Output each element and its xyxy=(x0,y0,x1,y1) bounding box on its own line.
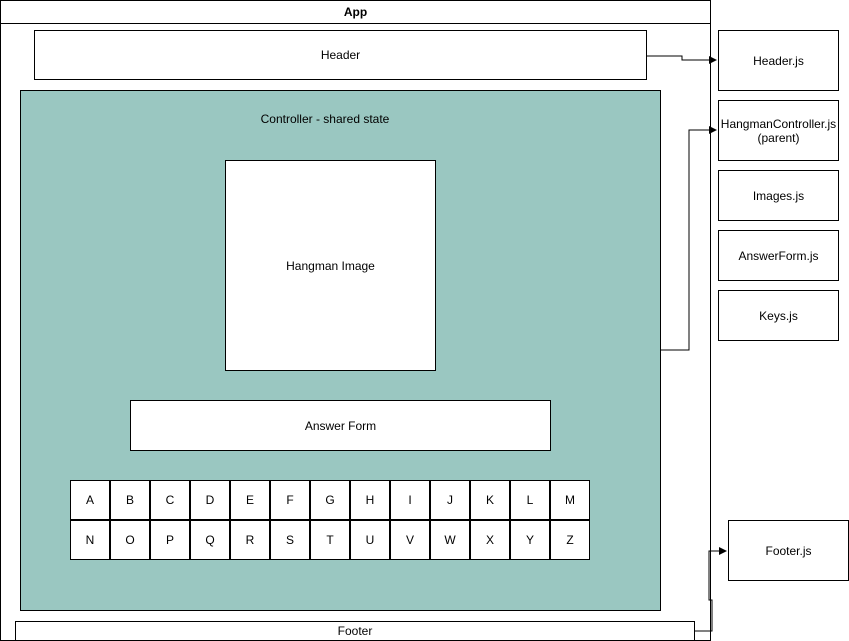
key-t: T xyxy=(310,520,350,560)
key-j: J xyxy=(430,480,470,520)
images-js-box: Images.js xyxy=(718,170,839,221)
key-x: X xyxy=(470,520,510,560)
key-n: N xyxy=(70,520,110,560)
key-p: P xyxy=(150,520,190,560)
app-title: App xyxy=(0,0,711,24)
key-d: D xyxy=(190,480,230,520)
key-m: M xyxy=(550,480,590,520)
key-c: C xyxy=(150,480,190,520)
images-js-label: Images.js xyxy=(752,188,805,203)
key-i: I xyxy=(390,480,430,520)
answer-form-label: Answer Form xyxy=(304,418,377,433)
key-y: Y xyxy=(510,520,550,560)
key-s: S xyxy=(270,520,310,560)
hangman-image-box: Hangman Image xyxy=(225,160,436,371)
key-k: K xyxy=(470,480,510,520)
hangman-image-label: Hangman Image xyxy=(286,258,375,273)
footer-label: Footer xyxy=(337,624,373,638)
key-o: O xyxy=(110,520,150,560)
key-e: E xyxy=(230,480,270,520)
key-g: G xyxy=(310,480,350,520)
header-label: Header xyxy=(320,48,361,62)
footer-js-label: Footer.js xyxy=(765,543,812,558)
key-v: V xyxy=(390,520,430,560)
key-f: F xyxy=(270,480,310,520)
key-z: Z xyxy=(550,520,590,560)
answer-form-js-box: AnswerForm.js xyxy=(718,230,839,281)
header-js-label: Header.js xyxy=(753,53,804,68)
key-l: L xyxy=(510,480,550,520)
hangman-controller-js-box: HangmanController.js (parent) xyxy=(718,100,839,161)
key-b: B xyxy=(110,480,150,520)
footer-box: Footer xyxy=(15,621,695,641)
controller-label: Controller - shared state xyxy=(260,112,390,126)
key-r: R xyxy=(230,520,270,560)
header-js-box: Header.js xyxy=(718,30,839,91)
answer-form-box: Answer Form xyxy=(130,400,551,451)
keys-js-label: Keys.js xyxy=(759,308,798,323)
key-h: H xyxy=(350,480,390,520)
key-w: W xyxy=(430,520,470,560)
key-u: U xyxy=(350,520,390,560)
key-a: A xyxy=(70,480,110,520)
keys-js-box: Keys.js xyxy=(718,290,839,341)
hangman-controller-js-label: HangmanController.js xyxy=(720,116,837,131)
header-box: Header xyxy=(34,30,647,80)
answer-form-js-label: AnswerForm.js xyxy=(738,248,819,263)
hangman-controller-js-sublabel: (parent) xyxy=(757,130,800,145)
key-q: Q xyxy=(190,520,230,560)
footer-js-box: Footer.js xyxy=(728,520,849,581)
